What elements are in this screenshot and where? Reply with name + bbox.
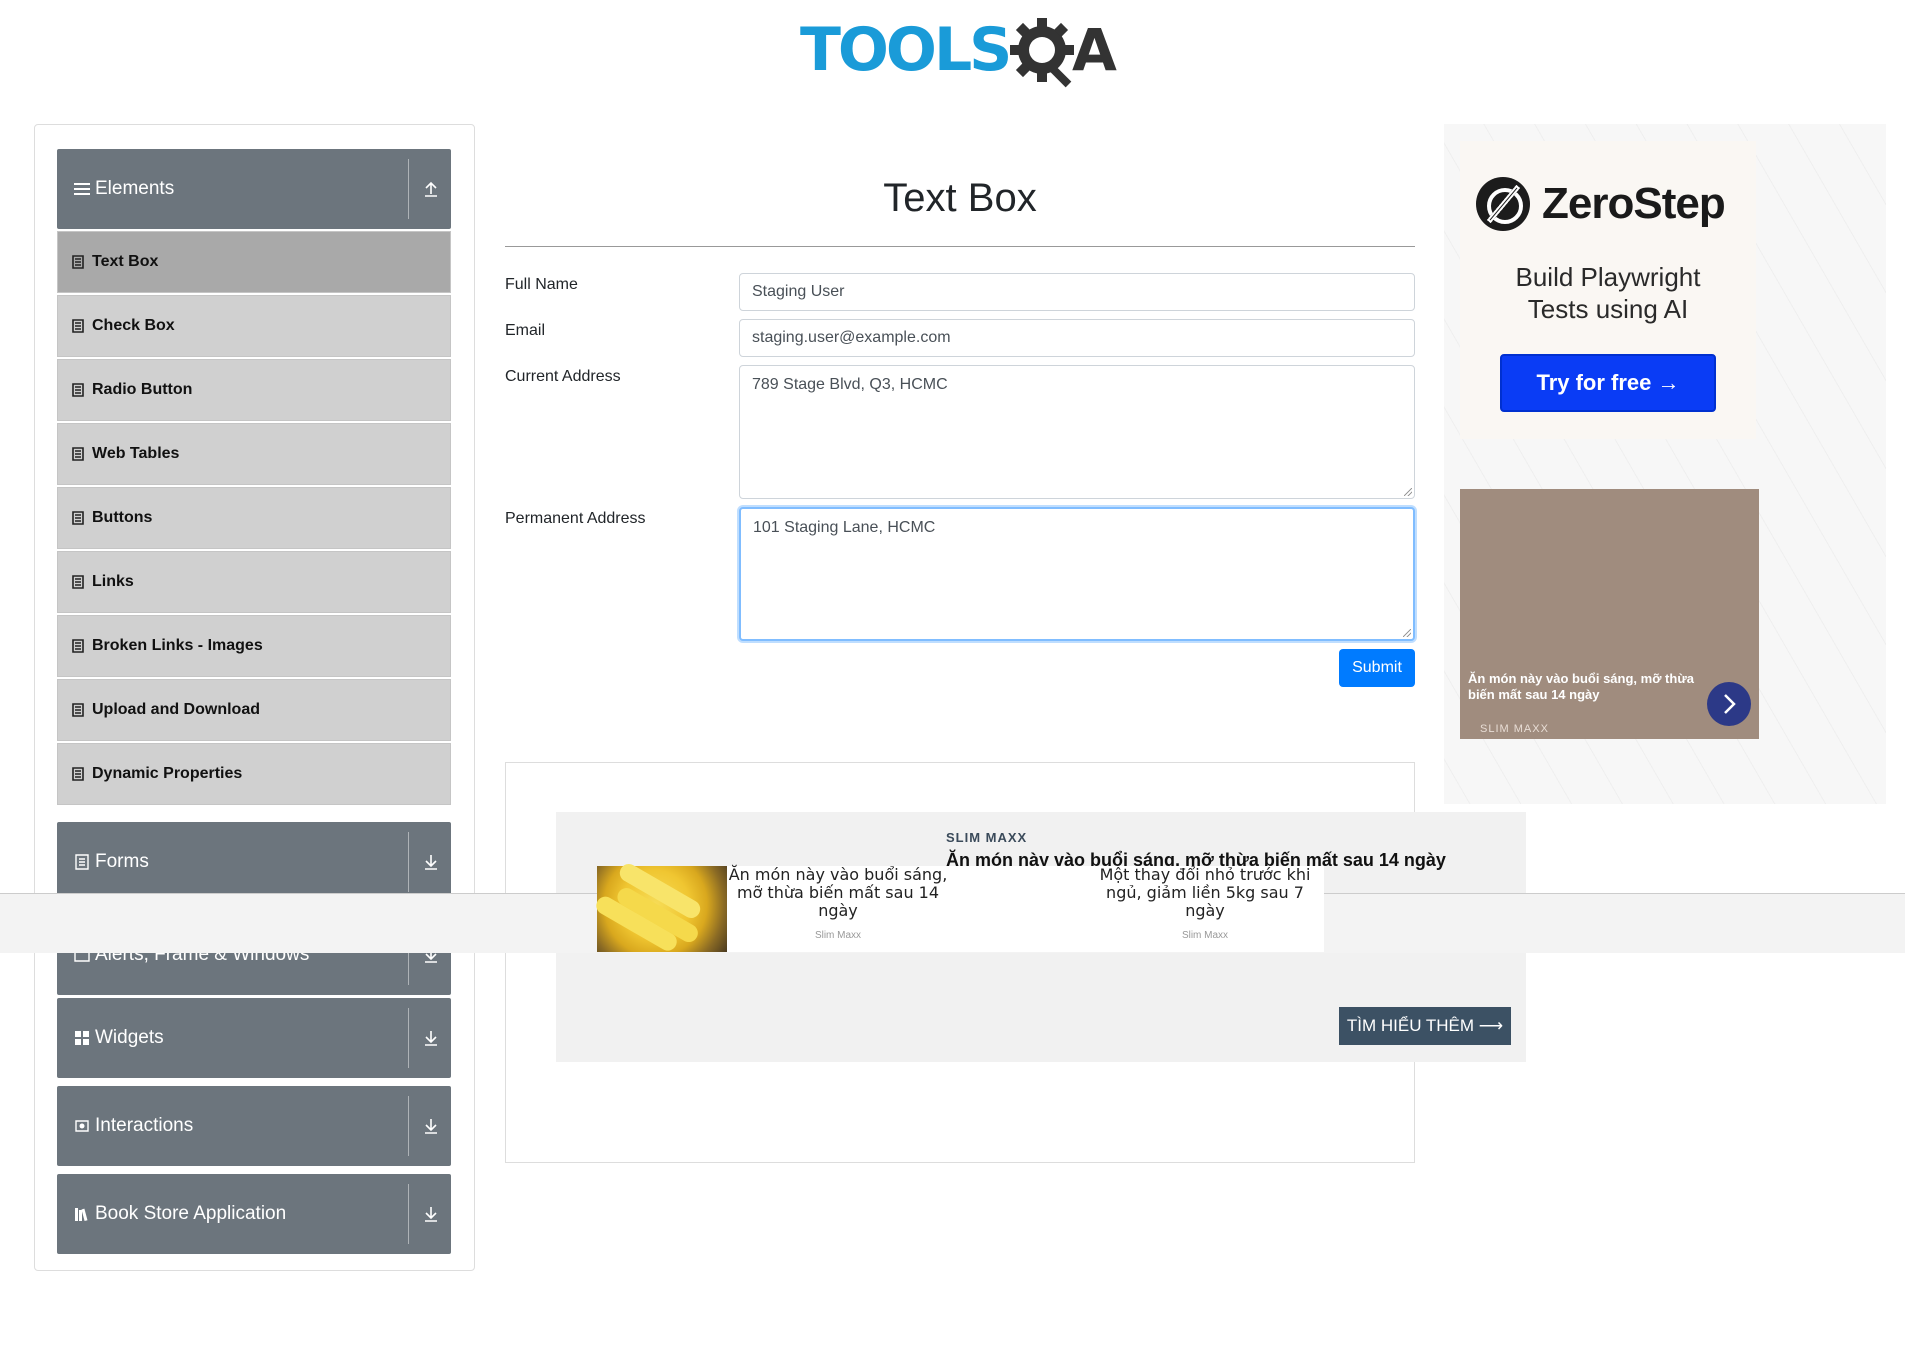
- sidebar-item-label: Dynamic Properties: [92, 765, 243, 782]
- arrow-down-icon[interactable]: [422, 1204, 440, 1224]
- sidebar-item-dynamic-properties[interactable]: Dynamic Properties: [57, 743, 451, 805]
- zerostep-logo-icon: [1476, 177, 1530, 231]
- elements-menu: Text Box Check Box Radio Button Web Tabl…: [57, 231, 451, 807]
- arrow-up-icon[interactable]: [422, 179, 440, 199]
- slimmaxx-source: SLIM MAXX: [1480, 723, 1549, 735]
- chevron-right-icon: [1724, 694, 1736, 714]
- email-input[interactable]: staging.user@example.com: [739, 319, 1415, 357]
- permanent-address-value: 101 Staging Lane, HCMC: [753, 519, 936, 536]
- zerostep-ad[interactable]: ZeroStep Build Playwright Tests using AI…: [1460, 141, 1756, 439]
- group-label: Elements: [95, 178, 175, 199]
- sidebar-item-label: Buttons: [92, 509, 153, 526]
- try-for-free-button[interactable]: Try for free →: [1500, 354, 1716, 412]
- slimmaxx-text: Ăn món này vào buổi sáng, mỡ thừa biến m…: [1468, 671, 1694, 702]
- toolsqa-logo[interactable]: TOOLS A: [800, 14, 1125, 94]
- file-icon: [72, 639, 84, 653]
- file-icon: [72, 383, 84, 397]
- file-icon: [72, 575, 84, 589]
- full-name-label: Full Name: [505, 276, 578, 293]
- corn-image[interactable]: [597, 866, 727, 952]
- title-divider: [505, 246, 1415, 247]
- sidebar-item-radio-button[interactable]: Radio Button: [57, 359, 451, 421]
- sidebar-item-buttons[interactable]: Buttons: [57, 487, 451, 549]
- left-panel: Elements Text Box Check Box Radio Button…: [34, 124, 475, 1271]
- sidebar-item-label: Radio Button: [92, 381, 193, 398]
- file-icon: [72, 319, 84, 333]
- ad-card-source: Slim Maxx: [1181, 930, 1229, 941]
- file-icon: [72, 767, 84, 781]
- divider: [408, 1184, 409, 1244]
- group-label: Forms: [95, 851, 149, 872]
- tagline-line: Build Playwright: [1515, 262, 1701, 292]
- divider: [408, 832, 409, 892]
- group-book-store[interactable]: Book Store Application: [57, 1174, 451, 1254]
- page-title: Text Box: [883, 176, 1037, 220]
- sidebar-item-label: Links: [92, 573, 134, 590]
- group-widgets[interactable]: Widgets: [57, 998, 451, 1078]
- logo-text: TOOLS: [800, 15, 1012, 85]
- arrow-down-icon[interactable]: [422, 1028, 440, 1048]
- current-address-label: Current Address: [505, 368, 621, 385]
- file-icon: [72, 511, 84, 525]
- slimmaxx-ad[interactable]: Ăn món này vào buổi sáng, mỡ thừa biến m…: [1460, 489, 1759, 739]
- resize-handle[interactable]: [1403, 629, 1411, 637]
- zerostep-name: ZeroStep: [1542, 179, 1726, 228]
- sidebar-item-broken-links[interactable]: Broken Links - Images: [57, 615, 451, 677]
- sidebar-item-label: Check Box: [92, 317, 175, 334]
- resize-handle[interactable]: [1404, 488, 1412, 496]
- group-label: Interactions: [95, 1115, 194, 1136]
- sidebar-item-label: Web Tables: [92, 445, 180, 462]
- group-label: Widgets: [95, 1027, 164, 1048]
- group-label: Book Store Application: [95, 1203, 287, 1224]
- interactions-icon: [75, 1120, 89, 1132]
- next-arrow-button[interactable]: [1707, 682, 1751, 726]
- sidebar-item-text-box[interactable]: Text Box: [57, 231, 451, 293]
- ad-cta-button[interactable]: TÌM HIỂU THÊM ⟶: [1339, 1007, 1511, 1045]
- sidebar-item-check-box[interactable]: Check Box: [57, 295, 451, 357]
- sidebar-item-label: Text Box: [92, 253, 159, 270]
- file-icon: [72, 255, 84, 269]
- divider: [408, 1096, 409, 1156]
- divider: [408, 159, 409, 219]
- permanent-address-textarea[interactable]: 101 Staging Lane, HCMC: [739, 507, 1415, 641]
- current-address-textarea[interactable]: 789 Stage Blvd, Q3, HCMC: [739, 365, 1415, 499]
- books-icon: [75, 1208, 88, 1222]
- tagline-line: Tests using AI: [1527, 294, 1689, 324]
- ad-cards-row: Ăn món này vào buổi sáng, mỡ thừa biến m…: [597, 866, 1324, 952]
- current-address-value: 789 Stage Blvd, Q3, HCMC: [752, 376, 948, 393]
- ad-brand: SLIM MAXX: [946, 830, 1028, 845]
- arrow-down-icon[interactable]: [422, 1116, 440, 1136]
- full-name-input[interactable]: Staging User: [739, 273, 1415, 311]
- sidebar-item-web-tables[interactable]: Web Tables: [57, 423, 451, 485]
- group-forms[interactable]: Forms: [57, 822, 451, 902]
- ad-card-text[interactable]: Một thay đổi nhỏ trước khi ngủ, giảm liề…: [1090, 866, 1320, 920]
- permanent-address-label: Permanent Address: [505, 510, 646, 527]
- widgets-icon: [75, 1031, 89, 1045]
- sidebar-item-upload-download[interactable]: Upload and Download: [57, 679, 451, 741]
- hamburger-icon: [74, 183, 90, 195]
- sidebar-item-label: Upload and Download: [92, 701, 260, 718]
- divider: [408, 1008, 409, 1068]
- sidebar-item-links[interactable]: Links: [57, 551, 451, 613]
- group-interactions[interactable]: Interactions: [57, 1086, 451, 1166]
- document-icon: [75, 854, 89, 870]
- file-icon: [72, 703, 84, 717]
- arrow-down-icon[interactable]: [422, 852, 440, 872]
- gear-magnifier-icon: [1010, 18, 1074, 88]
- ad-card-source: Slim Maxx: [814, 930, 862, 941]
- zerostep-tagline: Build Playwright Tests using AI: [1460, 261, 1756, 325]
- sidebar-item-label: Broken Links - Images: [92, 637, 263, 654]
- group-elements[interactable]: Elements: [57, 149, 451, 229]
- ad-card-text[interactable]: Ăn món này vào buổi sáng, mỡ thừa biến m…: [727, 866, 949, 920]
- email-label: Email: [505, 322, 546, 339]
- logo-suffix: A: [1072, 16, 1117, 84]
- file-icon: [72, 447, 84, 461]
- submit-button[interactable]: Submit: [1339, 649, 1415, 687]
